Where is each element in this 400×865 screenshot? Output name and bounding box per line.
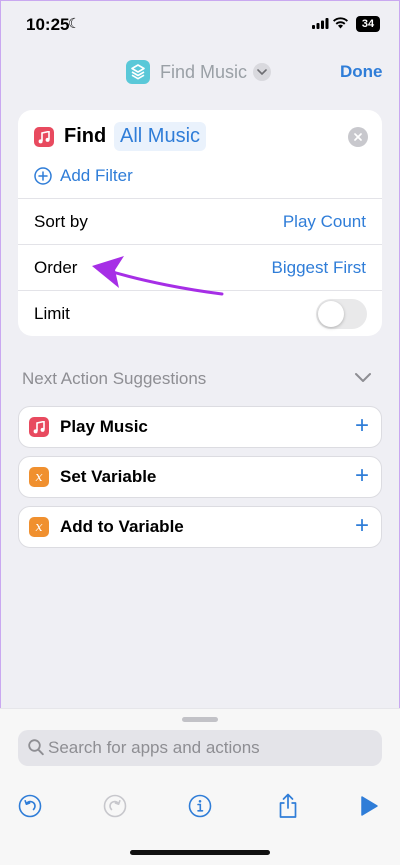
redo-icon: [102, 793, 128, 819]
page-title: Find Music: [160, 61, 248, 82]
search-bar[interactable]: [18, 730, 382, 766]
status-time: 10:25: [26, 15, 70, 34]
info-icon[interactable]: [187, 793, 213, 819]
suggestions-header: Next Action Suggestions: [22, 369, 207, 388]
add-icon[interactable]: +: [355, 464, 369, 488]
sheet-grabber[interactable]: [182, 717, 218, 722]
wifi-icon: [333, 17, 348, 29]
undo-icon[interactable]: [17, 793, 43, 819]
order-row[interactable]: Order Biggest First: [18, 244, 382, 290]
run-play-icon[interactable]: [356, 793, 382, 819]
suggestion-play-music[interactable]: Play Music +: [18, 406, 382, 448]
limit-label: Limit: [34, 304, 70, 323]
clear-icon[interactable]: [348, 127, 368, 147]
status-bar: 10:25 ☾ 34: [0, 0, 400, 48]
suggestion-add-to-variable[interactable]: x Add to Variable +: [18, 506, 382, 548]
add-filter-label: Add Filter: [60, 166, 133, 185]
add-icon[interactable]: +: [355, 514, 369, 538]
find-row: Find All Music Add Filter: [18, 110, 382, 198]
add-filter-button[interactable]: Add Filter: [34, 166, 133, 186]
limit-toggle[interactable]: [316, 299, 367, 329]
limit-row: Limit: [18, 290, 382, 336]
variable-icon: x: [29, 467, 49, 487]
find-label: Find: [64, 125, 107, 147]
search-input[interactable]: [48, 736, 368, 760]
chevron-down-icon[interactable]: [354, 372, 372, 384]
action-search-sheet: [0, 708, 400, 865]
sort-by-label: Sort by: [34, 212, 88, 231]
share-icon[interactable]: [275, 793, 301, 819]
chevron-down-icon: [253, 63, 272, 81]
moon-icon: ☾: [68, 15, 81, 31]
music-icon: [29, 417, 49, 437]
home-indicator: [130, 850, 270, 855]
sort-by-row[interactable]: Sort by Play Count: [18, 198, 382, 244]
suggestion-label: Set Variable: [60, 467, 157, 486]
toggle-knob: [318, 301, 344, 327]
add-icon[interactable]: +: [355, 414, 369, 438]
sort-by-value[interactable]: Play Count: [283, 212, 366, 232]
order-value[interactable]: Biggest First: [272, 258, 366, 278]
suggestion-label: Add to Variable: [60, 517, 184, 536]
suggestion-label: Play Music: [60, 417, 148, 436]
cellular-signal-icon: [312, 18, 329, 29]
music-icon: [34, 127, 54, 147]
done-button[interactable]: Done: [340, 62, 383, 82]
variable-icon: x: [29, 517, 49, 537]
nav-bar: Find Music Done: [0, 48, 400, 96]
shortcuts-app-icon: [126, 60, 150, 84]
source-token[interactable]: All Music: [114, 122, 207, 151]
shortcut-title-menu[interactable]: Find Music: [126, 59, 272, 85]
battery-indicator: 34: [356, 16, 380, 32]
search-icon: [28, 739, 44, 756]
plus-circle-icon: [34, 167, 52, 185]
suggestion-set-variable[interactable]: x Set Variable +: [18, 456, 382, 498]
order-label: Order: [34, 258, 78, 277]
find-music-action-card: Find All Music Add Filter Sort by Play C…: [18, 110, 382, 336]
